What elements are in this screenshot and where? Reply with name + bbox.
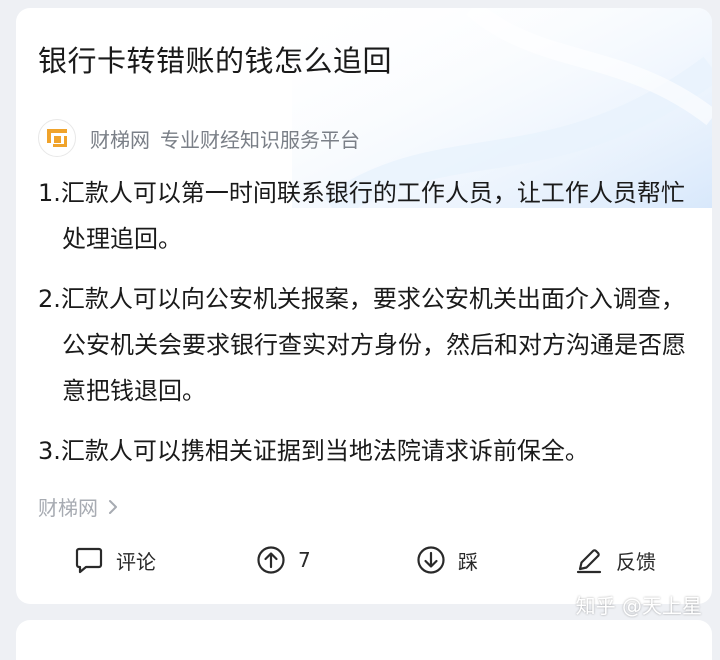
question-title[interactable]: 银行卡转错账的钱怎么追回	[38, 38, 392, 80]
answer-content: 1.汇款人可以第一时间联系银行的工作人员，让工作人员帮忙处理追回。 2.汇款人可…	[38, 170, 692, 488]
comment-button[interactable]: 评论	[74, 536, 156, 584]
upvote-count: 7	[298, 548, 311, 572]
upvote-button[interactable]: 7	[256, 536, 311, 584]
comment-label: 评论	[116, 549, 156, 574]
answer-card: 银行卡转错账的钱怎么追回 财梯网 专业财经知识服务平台 1.汇款人可以第一时间联…	[16, 8, 712, 604]
source-logo-icon	[38, 119, 76, 157]
chevron-right-icon	[108, 499, 118, 515]
answer-paragraph: 1.汇款人可以第一时间联系银行的工作人员，让工作人员帮忙处理追回。	[38, 179, 685, 253]
downvote-button[interactable]: 踩	[416, 536, 478, 584]
arrow-up-circle-icon	[257, 546, 285, 574]
source-more-link[interactable]: 财梯网	[38, 492, 118, 521]
source-name[interactable]: 财梯网	[90, 124, 150, 153]
pencil-icon	[576, 549, 602, 574]
next-card	[16, 620, 712, 660]
action-bar: 评论 7 踩 反馈	[16, 536, 712, 584]
answer-paragraph: 3.汇款人可以携相关证据到当地法院请求诉前保全。	[38, 437, 589, 465]
source-row[interactable]: 财梯网 专业财经知识服务平台	[38, 118, 360, 158]
comment-icon	[75, 547, 103, 574]
source-description: 专业财经知识服务平台	[160, 127, 360, 152]
feedback-button[interactable]: 反馈	[574, 536, 656, 584]
feedback-label: 反馈	[616, 549, 656, 574]
source-more-label: 财梯网	[38, 496, 98, 520]
answer-paragraph: 2.汇款人可以向公安机关报案，要求公安机关出面介入调查，公安机关会要求银行查实对…	[38, 285, 686, 405]
downvote-label: 踩	[458, 549, 478, 574]
watermark: 知乎 @天上星	[575, 594, 702, 618]
arrow-down-circle-icon	[417, 546, 445, 574]
